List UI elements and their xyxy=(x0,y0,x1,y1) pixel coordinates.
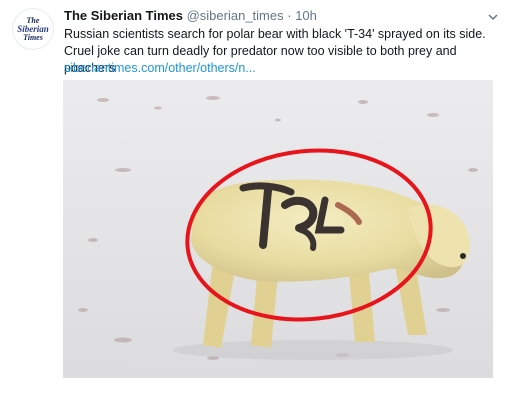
avatar-text-line3: Times xyxy=(23,32,43,42)
display-name[interactable]: The Siberian Times xyxy=(64,8,183,23)
avatar[interactable]: The Siberian Times xyxy=(12,8,54,50)
chevron-down-icon[interactable] xyxy=(487,10,499,22)
polar-bear-photo-icon xyxy=(63,80,493,378)
separator-dot: · xyxy=(287,8,292,23)
tweet-header: The Siberian Times @siberian_times · 10h xyxy=(64,7,495,27)
tweet-media[interactable] xyxy=(63,80,493,378)
tweet: The Siberian Times The Siberian Times @s… xyxy=(0,0,525,399)
tweet-link[interactable]: siberiantimes.com/other/others/n... xyxy=(64,60,256,77)
timestamp[interactable]: 10h xyxy=(295,8,317,23)
user-handle[interactable]: @siberian_times xyxy=(187,8,284,23)
